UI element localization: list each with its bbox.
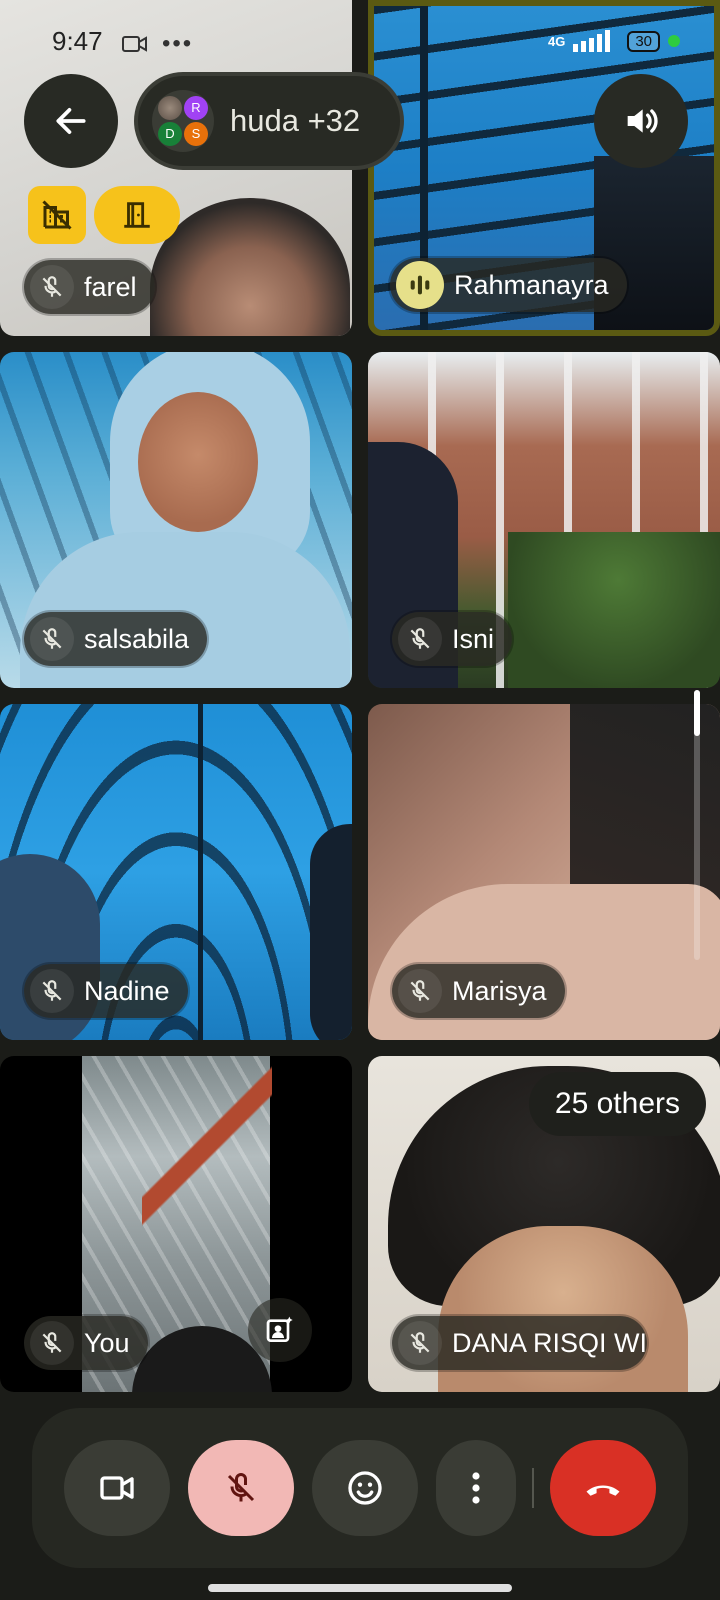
- signal-icon: [573, 30, 611, 52]
- participant-name: salsabila: [84, 623, 190, 654]
- mic-off-icon: [30, 617, 74, 661]
- arrow-left-icon: [56, 108, 86, 134]
- participant-tile-isni[interactable]: Isni: [368, 352, 720, 688]
- grid-scrollbar[interactable]: [694, 690, 700, 960]
- participant-name-pill: salsabila: [24, 612, 208, 666]
- door-icon: [124, 202, 150, 228]
- participant-name-pill: farel: [24, 260, 155, 314]
- participant-name-pill: Marisya: [392, 964, 565, 1018]
- participant-tile-nadine[interactable]: Nadine: [0, 704, 352, 1040]
- end-call-button[interactable]: [550, 1440, 656, 1536]
- gesture-nav-handle[interactable]: [208, 1584, 512, 1592]
- others-count: 25 others: [554, 1087, 680, 1120]
- video-call-icon: [122, 36, 147, 52]
- battery-icon: 30: [627, 30, 661, 52]
- participant-tile-dana-risqi[interactable]: 25 others DANA RISQI WI: [368, 1056, 720, 1392]
- audio-level-icon: [396, 261, 444, 309]
- grid-scrollbar-thumb[interactable]: [694, 690, 700, 736]
- speaker-icon: [627, 109, 658, 133]
- participant-tile-self[interactable]: You: [0, 1056, 352, 1392]
- emoji-icon: [348, 1471, 382, 1505]
- end-call-icon: [586, 1485, 620, 1496]
- participant-name: Isni: [452, 623, 495, 654]
- participant-video: [310, 824, 352, 1040]
- back-button[interactable]: [24, 74, 118, 168]
- participant-video: [198, 704, 203, 1040]
- participant-name-pill: Isni: [392, 612, 513, 666]
- more-options-button[interactable]: [436, 1440, 516, 1536]
- participant-name-pill: Rahmanayra: [390, 258, 627, 312]
- avatar: [158, 96, 182, 120]
- participant-name: Marisya: [452, 975, 547, 1006]
- privacy-chip-building[interactable]: [28, 186, 86, 244]
- meeting-title-chip[interactable]: R D S huda +32: [138, 76, 400, 166]
- battery-level: 30: [635, 32, 653, 50]
- avatar: S: [184, 122, 208, 146]
- participant-name-pill: You: [24, 1316, 148, 1370]
- building-off-icon: [42, 200, 72, 230]
- mic-off-icon: [227, 1473, 255, 1502]
- participant-name-pill: DANA RISQI WI: [392, 1316, 648, 1370]
- participant-name: You: [84, 1327, 130, 1358]
- camera-toggle-button[interactable]: [64, 1440, 170, 1536]
- participant-video: [508, 532, 720, 688]
- participant-avatars: R D S: [152, 90, 214, 152]
- mic-off-icon: [30, 969, 74, 1013]
- status-right-icons: 4G 30: [548, 30, 681, 52]
- mic-off-icon: [398, 969, 442, 1013]
- participant-video: [150, 198, 350, 336]
- participant-tile-marisya[interactable]: Marisya: [368, 704, 720, 1040]
- avatar: R: [184, 96, 208, 120]
- participant-tile-salsabila[interactable]: salsabila: [0, 352, 352, 688]
- reactions-button[interactable]: [312, 1440, 418, 1536]
- participant-name: farel: [84, 271, 137, 302]
- participant-name: DANA RISQI WI: [452, 1327, 648, 1358]
- others-badge[interactable]: 25 others: [528, 1072, 706, 1136]
- portrait-effects-icon: [266, 1316, 293, 1342]
- controls-divider: [532, 1468, 534, 1508]
- mic-toggle-button[interactable]: [188, 1440, 294, 1536]
- more-notifications-icon: •••: [162, 30, 194, 57]
- privacy-dot-icon: [668, 35, 681, 47]
- mic-off-icon: [398, 617, 442, 661]
- avatar: D: [158, 122, 182, 146]
- status-time: 9:47: [52, 26, 103, 56]
- mic-off-icon: [398, 1321, 442, 1365]
- participant-name: Nadine: [84, 975, 170, 1006]
- status-left-icons: •••: [122, 30, 193, 58]
- camera-icon: [100, 1476, 134, 1500]
- mic-off-icon: [30, 1321, 74, 1365]
- participant-name-pill: Nadine: [24, 964, 188, 1018]
- effects-button[interactable]: [248, 1298, 312, 1362]
- network-type: 4G: [548, 33, 566, 49]
- mic-off-icon: [30, 265, 74, 309]
- self-video: [142, 1056, 272, 1236]
- meeting-title: huda +32: [230, 103, 361, 138]
- privacy-chip-door[interactable]: [94, 186, 180, 244]
- participant-video: [138, 392, 258, 532]
- participant-name: Rahmanayra: [454, 269, 609, 300]
- more-vert-icon: [472, 1472, 480, 1504]
- speaker-button[interactable]: [594, 74, 688, 168]
